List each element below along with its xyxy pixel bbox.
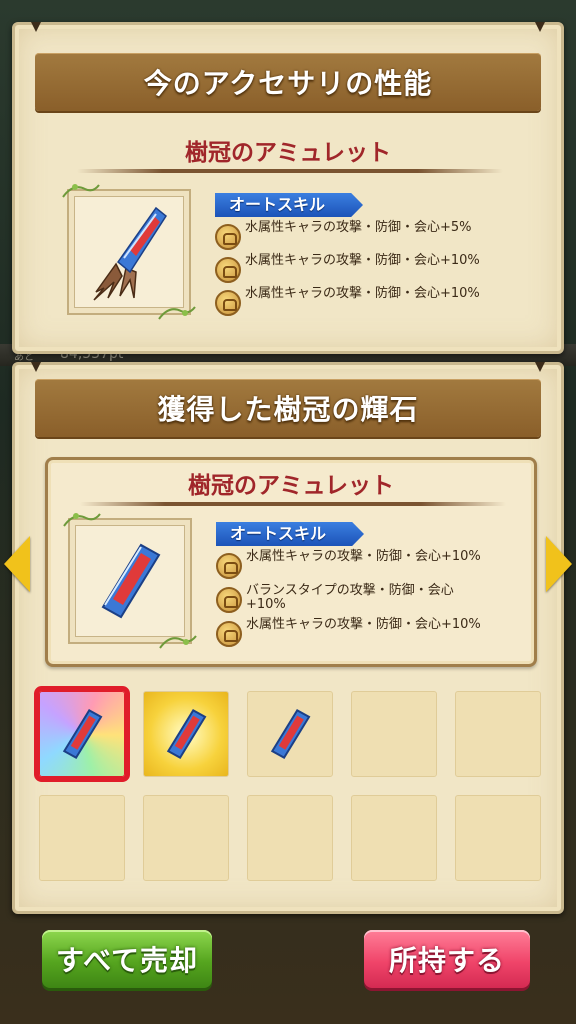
vine-decoration-icon <box>63 513 101 527</box>
blue-gem-icon <box>62 709 103 759</box>
current-item-name: 樹冠のアミュレット <box>184 140 392 166</box>
skill-arm-icon <box>215 257 241 283</box>
skill-text: 水属性キャラの攻撃・防御・会心+10% <box>246 617 481 632</box>
skill-text: バランスタイプの攻撃・防御・会心+10% <box>246 583 454 612</box>
skill-arm-icon <box>216 553 242 579</box>
skill-row: 水属性キャラの攻撃・防御・会心+5% <box>215 221 495 253</box>
obtained-stone-panel: 獲得した樹冠の輝石 樹冠のアミュレット オートスキル 水属性キャラの攻撃・防御・… <box>12 362 564 914</box>
skill-text: 水属性キャラの攻撃・防御・会心+10% <box>246 549 481 564</box>
obtained-panel-title: 獲得した樹冠の輝石 <box>157 393 419 426</box>
title-divider <box>80 502 506 506</box>
current-skill-list: 水属性キャラの攻撃・防御・会心+5% 水属性キャラの攻撃・防御・会心+10% 水… <box>215 221 515 321</box>
stone-slot-2[interactable] <box>143 691 229 777</box>
obtained-item-name: 樹冠のアミュレット <box>187 473 395 499</box>
stone-slot-empty[interactable] <box>455 691 541 777</box>
skill-row: 水属性キャラの攻撃・防御・会心+10% <box>216 550 496 582</box>
skill-text: 水属性キャラの攻撃・防御・会心+10% <box>245 286 480 301</box>
amulet-with-talons-icon <box>93 206 167 301</box>
skill-row: 水属性キャラの攻撃・防御・会心+10% <box>216 618 496 650</box>
stone-slot-empty[interactable] <box>351 691 437 777</box>
skill-arm-icon <box>215 290 241 316</box>
own-button[interactable]: 所持する <box>364 930 530 988</box>
skill-text: 水属性キャラの攻撃・防御・会心+5% <box>245 220 472 235</box>
skill-row: 水属性キャラの攻撃・防御・会心+10% <box>215 287 495 319</box>
stone-slot-empty[interactable] <box>39 795 125 881</box>
vine-decoration-icon <box>159 635 197 649</box>
vine-decoration-icon <box>62 184 100 198</box>
previous-arrow-icon[interactable] <box>4 536 30 592</box>
title-divider <box>77 169 503 173</box>
next-arrow-icon[interactable] <box>546 536 572 592</box>
stone-slot-empty[interactable] <box>247 795 333 881</box>
skill-row: バランスタイプの攻撃・防御・会心+10% <box>216 584 496 616</box>
stone-slot-3[interactable] <box>247 691 333 777</box>
skill-arm-icon <box>215 224 241 250</box>
auto-skill-badge: オートスキル <box>215 193 363 217</box>
current-panel-title: 今のアクセサリの性能 <box>143 67 433 100</box>
stone-slot-empty[interactable] <box>351 795 437 881</box>
skill-row: 水属性キャラの攻撃・防御・会心+10% <box>215 254 495 286</box>
skill-text: 水属性キャラの攻撃・防御・会心+10% <box>245 253 480 268</box>
panel-nail <box>535 362 545 372</box>
sell-all-button[interactable]: すべて売却 <box>42 930 212 988</box>
vine-decoration-icon <box>158 306 196 320</box>
panel-nail <box>31 362 41 372</box>
obtained-skill-list: 水属性キャラの攻撃・防御・会心+10% バランスタイプの攻撃・防御・会心+10%… <box>216 550 516 660</box>
current-amulet-frame <box>62 184 196 320</box>
stone-slot-empty[interactable] <box>455 795 541 881</box>
obtained-stone-frame <box>63 513 197 649</box>
panel-nail <box>31 22 41 32</box>
current-accessory-panel: 今のアクセサリの性能 樹冠のアミュレット オートスキル 水属性キャラの攻撃・防御… <box>12 22 564 354</box>
current-panel-header: 今のアクセサリの性能 <box>35 53 541 111</box>
stone-slot-1-selected[interactable] <box>39 691 125 777</box>
skill-arm-icon <box>216 621 242 647</box>
obtained-panel-header: 獲得した樹冠の輝石 <box>35 379 541 437</box>
blue-gem-icon <box>270 709 311 759</box>
skill-arm-icon <box>216 587 242 613</box>
stone-slot-empty[interactable] <box>143 795 229 881</box>
auto-skill-badge: オートスキル <box>216 522 364 546</box>
panel-nail <box>535 22 545 32</box>
blue-gem-icon <box>166 709 207 759</box>
blue-gem-icon <box>101 543 161 619</box>
obtained-item-card: 樹冠のアミュレット オートスキル 水属性キャラの攻撃・防御・会心+10% バラン… <box>45 457 537 667</box>
